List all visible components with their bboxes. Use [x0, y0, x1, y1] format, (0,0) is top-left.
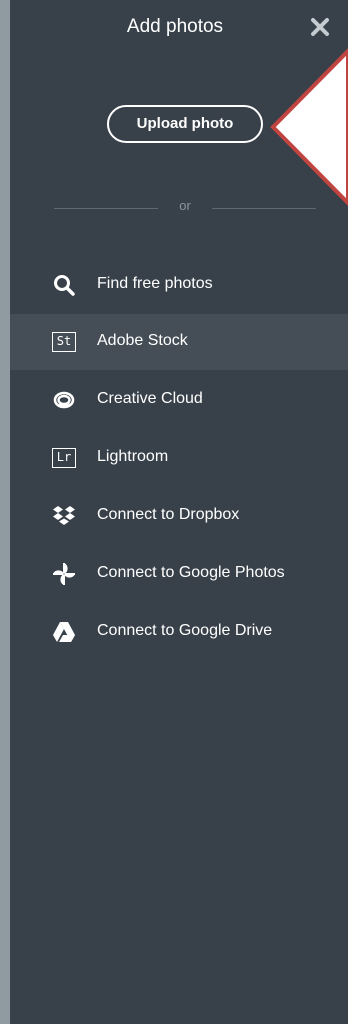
close-icon[interactable] [309, 16, 331, 38]
menu-item-label: Adobe Stock [97, 332, 188, 349]
search-icon [52, 273, 76, 297]
menu-item-label: Find free photos [97, 275, 213, 292]
dropbox-icon [52, 504, 76, 528]
menu-item-adobe-stock[interactable]: St Adobe Stock [10, 314, 348, 370]
menu-item-creative-cloud[interactable]: Creative Cloud [10, 372, 348, 428]
menu-item-lightroom[interactable]: Lr Lightroom [10, 430, 348, 486]
divider-line-right [212, 208, 316, 209]
creative-cloud-icon [52, 388, 76, 412]
or-separator: or [179, 198, 191, 213]
lightroom-icon: Lr [52, 446, 76, 470]
adobe-stock-icon-text: St [52, 332, 76, 352]
menu-item-label: Creative Cloud [97, 390, 203, 407]
menu-item-dropbox[interactable]: Connect to Dropbox [10, 488, 348, 544]
menu-item-google-drive[interactable]: Connect to Google Drive [10, 604, 348, 660]
menu-item-label: Connect to Google Photos [97, 564, 285, 581]
google-drive-icon [52, 620, 76, 644]
annotation-arrow-icon [270, 48, 348, 206]
menu-item-label: Connect to Google Drive [97, 622, 273, 639]
adobe-stock-icon: St [52, 330, 76, 354]
menu-item-label: Lightroom [97, 448, 169, 465]
panel-title: Add photos [126, 16, 224, 37]
lightroom-icon-text: Lr [52, 448, 76, 468]
left-edge-strip [0, 0, 10, 1024]
menu-item-google-photos[interactable]: Connect to Google Photos [10, 546, 348, 602]
upload-photo-button[interactable]: Upload photo [107, 105, 263, 143]
menu-item-find-free-photos[interactable]: Find free photos [10, 257, 348, 313]
divider-line-left [54, 208, 158, 209]
google-photos-icon [52, 562, 76, 586]
menu-item-label: Connect to Dropbox [97, 506, 240, 523]
